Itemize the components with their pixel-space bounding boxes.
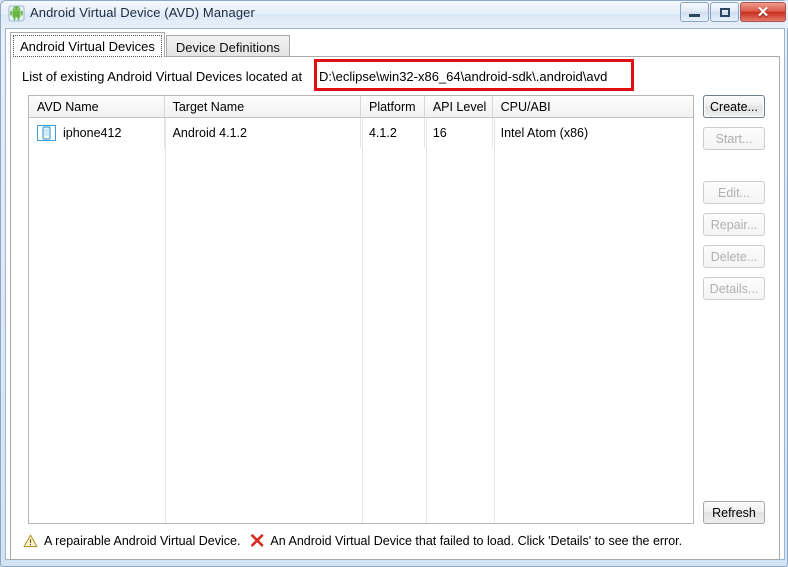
list-label: List of existing Android Virtual Devices… bbox=[22, 69, 303, 84]
tab-label: Device Definitions bbox=[175, 40, 280, 55]
create-button[interactable]: Create... bbox=[703, 95, 765, 118]
details-button[interactable]: Details... bbox=[703, 277, 765, 300]
avd-list-panel: List of existing Android Virtual Devices… bbox=[10, 56, 780, 560]
cell-cpu-abi: Intel Atom (x86) bbox=[500, 126, 589, 140]
tab-android-virtual-devices[interactable]: Android Virtual Devices bbox=[10, 32, 165, 57]
cell-platform: 4.1.2 bbox=[361, 118, 425, 148]
avd-name-text: iphone412 bbox=[63, 126, 122, 140]
start-button[interactable]: Start... bbox=[703, 127, 765, 150]
close-button[interactable]: ✕ bbox=[740, 2, 786, 22]
edit-button[interactable]: Edit... bbox=[703, 181, 765, 204]
android-device-icon bbox=[37, 125, 56, 141]
column-header-platform[interactable]: Platform bbox=[361, 96, 425, 117]
column-header-api-level[interactable]: API Level bbox=[425, 96, 493, 117]
status-bar: A repairable Android Virtual Device. An … bbox=[23, 529, 763, 553]
tab-bar: Android Virtual Devices Device Definitio… bbox=[10, 32, 290, 57]
tab-device-definitions[interactable]: Device Definitions bbox=[165, 35, 290, 57]
cell-avd-name: iphone412 bbox=[29, 118, 165, 148]
minimize-icon bbox=[689, 14, 700, 17]
window-title: Android Virtual Device (AVD) Manager bbox=[30, 5, 255, 20]
repair-button[interactable]: Repair... bbox=[703, 213, 765, 236]
maximize-button[interactable] bbox=[710, 2, 739, 22]
window-frame: Android Virtual Device (AVD) Manager ✕ A… bbox=[0, 0, 788, 567]
maximize-icon bbox=[719, 7, 730, 17]
title-bar[interactable]: Android Virtual Device (AVD) Manager ✕ bbox=[1, 1, 788, 28]
android-robot-icon bbox=[8, 5, 25, 22]
cell-api-level: 16 bbox=[425, 118, 493, 148]
delete-button[interactable]: Delete... bbox=[703, 245, 765, 268]
avd-manager-window: Android Virtual Device (AVD) Manager ✕ A… bbox=[0, 0, 788, 567]
warning-status-text: A repairable Android Virtual Device. bbox=[44, 534, 241, 548]
close-icon: ✕ bbox=[756, 3, 770, 21]
error-status-text: An Android Virtual Device that failed to… bbox=[270, 534, 683, 548]
table-row[interactable]: iphone412 Android 4.1.2 4.1.2 16 Intel A… bbox=[29, 118, 693, 148]
warning-triangle-icon bbox=[23, 534, 38, 548]
column-header-target-name[interactable]: Target Name bbox=[165, 96, 361, 117]
table-grid-lines bbox=[29, 118, 693, 523]
avd-table[interactable]: AVD Name Target Name Platform API Level … bbox=[28, 95, 694, 524]
cell-target-name: Android 4.1.2 bbox=[165, 118, 361, 148]
refresh-button[interactable]: Refresh bbox=[703, 501, 765, 524]
red-x-icon bbox=[250, 534, 264, 548]
column-header-cpu-abi[interactable]: CPU/ABI bbox=[493, 96, 693, 117]
table-header-row: AVD Name Target Name Platform API Level … bbox=[29, 96, 693, 118]
window-controls: ✕ bbox=[680, 2, 786, 22]
column-header-avd-name[interactable]: AVD Name bbox=[29, 96, 165, 117]
path-annotation-box bbox=[314, 59, 634, 91]
minimize-button[interactable] bbox=[680, 2, 709, 22]
tab-focus-ring bbox=[13, 35, 162, 57]
